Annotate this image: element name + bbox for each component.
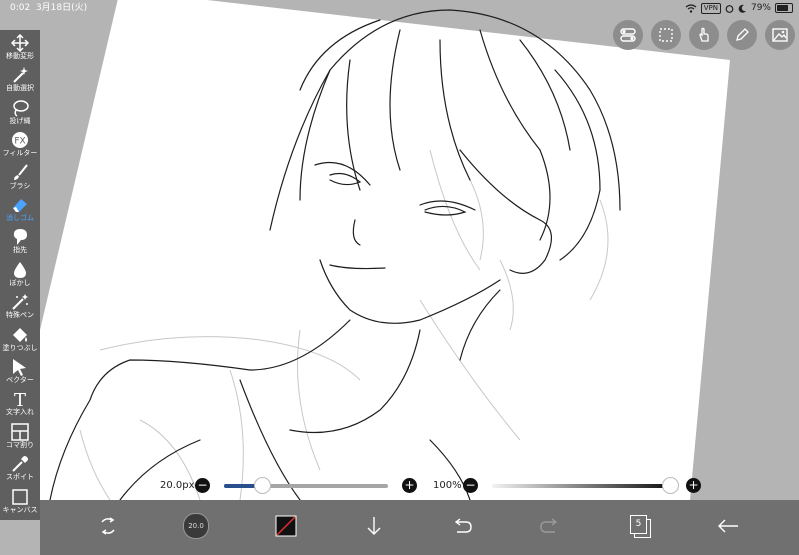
eyedropper-icon [11, 455, 29, 473]
pen-button[interactable] [727, 20, 757, 50]
brush-size-slider[interactable] [224, 484, 388, 488]
finger-icon [11, 228, 29, 246]
image-icon [772, 28, 788, 42]
fx-icon: FX [11, 131, 29, 149]
tool-fill-bucket[interactable]: 塗りつぶし [0, 326, 40, 358]
tool-label: フィルター [2, 149, 38, 158]
svg-text:FX: FX [14, 137, 25, 147]
brush-sliders: 20.0px − + 100% − + [0, 474, 799, 498]
tool-eraser[interactable]: 消しゴム [0, 196, 40, 228]
opacity-plus-button[interactable]: + [686, 478, 701, 493]
drawing-sheet [40, 0, 730, 501]
vector-cursor-icon [11, 358, 29, 376]
tool-magic-wand[interactable]: 自動選択 [0, 66, 40, 98]
tool-label: 指先 [13, 246, 27, 255]
tool-fx[interactable]: FX フィルター [0, 131, 40, 163]
color-swatch-button[interactable] [266, 506, 306, 546]
panel-divide-icon [11, 423, 29, 441]
dashed-select-icon [659, 28, 673, 42]
redo-button[interactable] [530, 506, 570, 546]
tool-label: 文字入れ [6, 408, 34, 417]
tool-vector-cursor[interactable]: ベクター [0, 358, 40, 390]
bottom-bar: 20.0 5 [40, 500, 799, 555]
arrow-down-icon [367, 517, 381, 535]
tool-lasso[interactable]: 投げ縄 [0, 99, 40, 131]
hand-icon [699, 27, 709, 42]
opacity-label: 100% [433, 480, 462, 491]
tool-label: 消しゴム [6, 214, 34, 222]
layers-icon: 5 [629, 514, 651, 538]
brush-size-plus-button[interactable]: + [402, 478, 417, 493]
transparent-color-icon [275, 515, 297, 537]
image-button[interactable] [765, 20, 795, 50]
brush-preview-circle: 20.0 [183, 513, 209, 539]
brush-icon [11, 163, 29, 182]
top-actions [613, 20, 795, 50]
magic-wand-icon [11, 66, 29, 84]
rotate-arrows-icon [101, 517, 115, 535]
layers-button[interactable]: 5 [620, 506, 660, 546]
status-indicators: VPN 79% [685, 0, 793, 16]
brush-size-preview-button[interactable]: 20.0 [176, 506, 216, 546]
layer-count: 5 [630, 515, 647, 534]
drawing-canvas[interactable] [0, 0, 799, 555]
toggle-icon [620, 28, 636, 42]
vpn-badge: VPN [700, 2, 721, 14]
status-time: 0:02 [10, 3, 31, 13]
blur-drop-icon [11, 261, 29, 279]
tool-finger[interactable]: 指先 [0, 228, 40, 260]
tool-label: 特殊ペン [6, 311, 34, 320]
transform-switch-button[interactable] [88, 506, 128, 546]
battery-icon [775, 3, 793, 13]
tool-brush[interactable]: ブラシ [0, 163, 40, 196]
tool-label: 塗りつぶし [2, 343, 38, 352]
arrow-left-icon [718, 519, 738, 533]
tool-label: キャンバス [2, 505, 38, 514]
tool-label: コマ割り [6, 440, 34, 449]
tool-blur-drop[interactable]: ぼかし [0, 261, 40, 293]
battery-percent: 79% [750, 3, 771, 13]
tool-label: ぼかし [9, 278, 31, 287]
tool-label: 自動選択 [6, 84, 34, 93]
brush-size-minus-button[interactable]: − [195, 478, 210, 493]
back-button[interactable] [708, 506, 748, 546]
special-pen-icon [11, 293, 29, 311]
brush-preview-value: 20.0 [188, 522, 204, 530]
status-date: 3月18日(火) [35, 3, 88, 13]
moon-icon [738, 4, 746, 13]
download-button[interactable] [354, 506, 394, 546]
tool-move[interactable]: 移動変形 [0, 33, 40, 66]
tool-label: ブラシ [9, 181, 31, 190]
redo-icon [540, 518, 558, 533]
brush-size-label: 20.0px [160, 480, 195, 491]
tool-special-pen[interactable]: 特殊ペン [0, 293, 40, 325]
wifi-icon [685, 3, 697, 13]
text-icon: T [11, 390, 29, 411]
brush-size-knob[interactable] [253, 477, 271, 494]
status-time-date: 0:02 3月18日(火) [10, 0, 87, 16]
move-icon [10, 33, 30, 53]
fill-bucket-icon [11, 326, 29, 344]
opacity-minus-button[interactable]: − [463, 478, 478, 493]
tool-label: 移動変形 [6, 52, 34, 60]
opacity-slider[interactable] [492, 484, 670, 488]
toggle-button[interactable] [613, 20, 643, 50]
tool-label: 投げ縄 [9, 116, 31, 125]
tool-label: ベクター [6, 376, 34, 384]
pencil-icon [736, 28, 749, 41]
opacity-knob[interactable] [662, 477, 679, 494]
tool-panel-divide[interactable]: コマ割り [0, 423, 40, 455]
eraser-icon [11, 196, 29, 214]
undo-button[interactable] [442, 506, 482, 546]
svg-text:T: T [14, 390, 26, 408]
tool-sidebar: 移動変形自動選択投げ縄 FX フィルターブラシ消しゴム指先ぼかし特殊ペン塗りつぶしベ… [0, 30, 40, 520]
lasso-icon [11, 99, 29, 117]
touch-button[interactable] [689, 20, 719, 50]
selection-button[interactable] [651, 20, 681, 50]
alarm-icon [725, 4, 734, 13]
tool-text[interactable]: T 文字入れ [0, 390, 40, 422]
undo-icon [454, 518, 472, 533]
status-bar: 0:02 3月18日(火) VPN 79% [0, 0, 799, 16]
